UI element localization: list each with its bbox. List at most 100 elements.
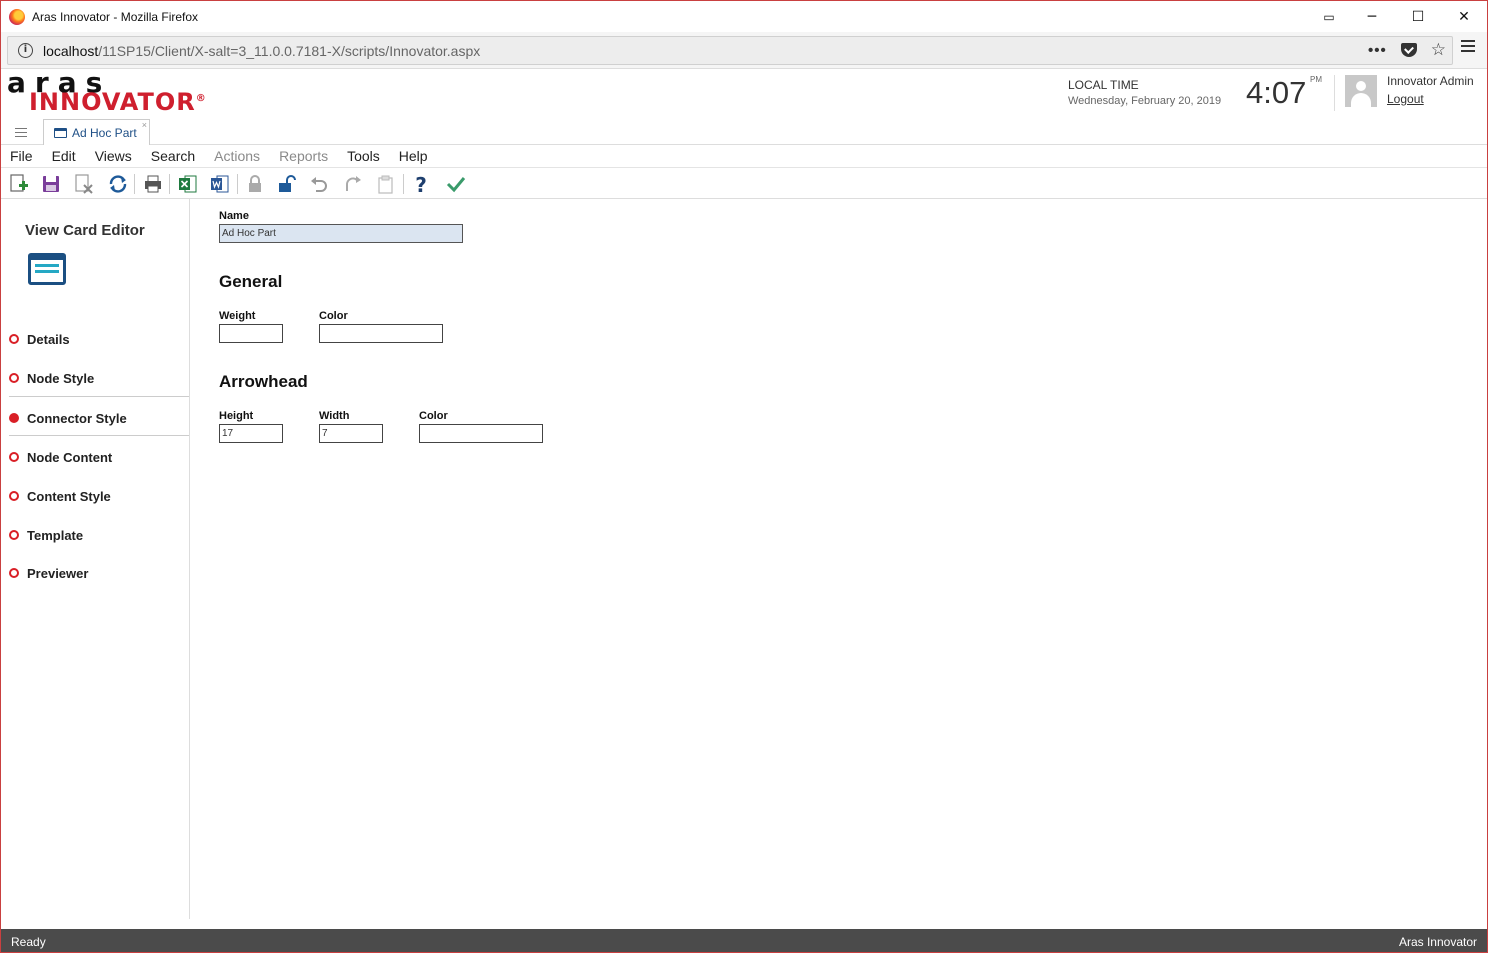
weight-label: Weight [219,310,256,322]
step-dot-icon [9,491,19,501]
arrow-color-field[interactable] [419,424,543,443]
sidebar-item-label: Content Style [27,488,111,504]
step-dot-icon [9,452,19,462]
browser-navbar: i localhost/11SP15/Client/X-salt=3_11.0.… [1,32,1487,69]
color-label: Color [319,310,348,322]
undo-icon[interactable] [308,173,330,195]
tablet-mode-icon[interactable]: ▭ [1309,1,1349,32]
local-time: LOCAL TIME Wednesday, February 20, 2019 [1068,78,1221,107]
done-icon[interactable] [445,173,467,195]
bookmark-star-icon[interactable]: ☆ [1431,40,1446,60]
close-button[interactable]: ✕ [1441,1,1487,32]
firefox-logo-icon [9,8,25,25]
step-dot-icon [9,568,19,578]
width-label: Width [319,410,350,422]
status-app-name: Aras Innovator [1398,935,1477,949]
url-actions: ••• ☆ [1368,40,1446,60]
lock-icon[interactable] [244,173,266,195]
sidebar-item-label: Node Content [27,449,113,465]
delete-icon[interactable] [73,173,95,195]
height-label: Height [219,410,254,422]
menu-actions[interactable]: Actions [214,148,260,164]
height-field[interactable] [219,424,283,443]
user-name: Innovator Admin [1387,74,1474,88]
menu-views[interactable]: Views [95,148,132,164]
svg-text:?: ? [415,173,427,195]
menu-bar: File Edit Views Search Actions Reports T… [1,145,1487,168]
tab-strip: Ad Hoc Part × [1,117,1487,145]
menu-reports[interactable]: Reports [279,148,328,164]
window-title: Aras Innovator - Mozilla Firefox [32,9,199,24]
unlock-icon[interactable] [276,173,298,195]
status-bar: Ready Aras Innovator [1,929,1487,952]
app-header: aras INNOVATOR® LOCAL TIME Wednesday, Fe… [1,69,1487,117]
sidebar-item-node-content[interactable]: Node Content [9,445,189,469]
sidebar-item-label: Connector Style [27,410,127,426]
active-item-divider [9,435,189,436]
view-card-icon-line [35,270,59,273]
window-controls: ▭ ─ ☐ ✕ [1309,1,1487,32]
sidebar-title: View Card Editor [25,222,145,239]
width-field[interactable] [319,424,383,443]
tab-ad-hoc-part[interactable]: Ad Hoc Part × [43,119,150,145]
redo-icon[interactable] [342,173,364,195]
info-icon[interactable]: i [18,43,33,58]
menu-edit[interactable]: Edit [52,148,76,164]
sidebar-item-label: Template [27,527,84,543]
header-divider [1334,75,1335,111]
tab-close-icon[interactable]: × [142,120,147,130]
menu-search[interactable]: Search [151,148,195,164]
name-field[interactable] [219,224,463,243]
name-label: Name [219,210,249,222]
word-icon[interactable] [209,173,231,195]
url-host: localhost [43,42,99,59]
sidebar-item-content-style[interactable]: Content Style [9,484,189,508]
clock-ampm: PM [1310,75,1322,84]
tab-menu-icon[interactable] [15,128,27,137]
logo-innovator: INNOVATOR® [29,86,207,115]
maximize-button[interactable]: ☐ [1395,1,1441,32]
local-date: Wednesday, February 20, 2019 [1068,95,1222,107]
step-dot-icon [9,373,19,383]
toolbar-separator [169,174,170,194]
save-icon[interactable] [40,173,62,195]
general-heading: General [219,272,283,291]
pocket-icon[interactable] [1400,43,1417,57]
sidebar-item-label: Details [27,331,70,347]
sidebar-item-node-style[interactable]: Node Style [9,366,189,390]
menu-icon[interactable] [1461,40,1475,52]
refresh-icon[interactable] [107,173,129,195]
active-item-divider [9,396,189,397]
step-dot-icon [9,530,19,540]
menu-file[interactable]: File [10,148,33,164]
sidebar-item-connector-style[interactable]: Connector Style [9,406,189,430]
status-text: Ready [11,935,46,949]
toolbar-separator [237,174,238,194]
url-bar[interactable]: i localhost/11SP15/Client/X-salt=3_11.0.… [7,36,1453,65]
new-icon[interactable] [8,173,30,195]
weight-field[interactable] [219,324,283,343]
logout-link[interactable]: Logout [1387,92,1424,106]
help-icon[interactable]: ? [410,173,432,195]
sidebar-item-previewer[interactable]: Previewer [9,561,189,585]
sidebar-item-label: Previewer [27,565,89,581]
menu-tools[interactable]: Tools [347,148,380,164]
color-field[interactable] [319,324,443,343]
view-card-icon-line [35,264,59,267]
print-icon[interactable] [142,173,164,195]
avatar-body [1351,93,1371,107]
copy-icon[interactable] [375,173,397,195]
arrow-color-label: Color [419,410,448,422]
sidebar-item-template[interactable]: Template [9,523,189,547]
minimize-button[interactable]: ─ [1349,1,1395,32]
avatar[interactable] [1345,75,1377,107]
menu-help[interactable]: Help [399,148,428,164]
window-icon [54,127,67,138]
connector-style-form: Name General Weight Color Arrowhead Heig… [191,199,1487,919]
sidebar-item-details[interactable]: Details [9,327,189,351]
excel-icon[interactable] [177,173,199,195]
toolbar: ? [1,168,1487,199]
more-icon[interactable]: ••• [1368,42,1387,59]
view-card-icon [28,253,66,285]
tab-label: Ad Hoc Part [72,125,137,140]
